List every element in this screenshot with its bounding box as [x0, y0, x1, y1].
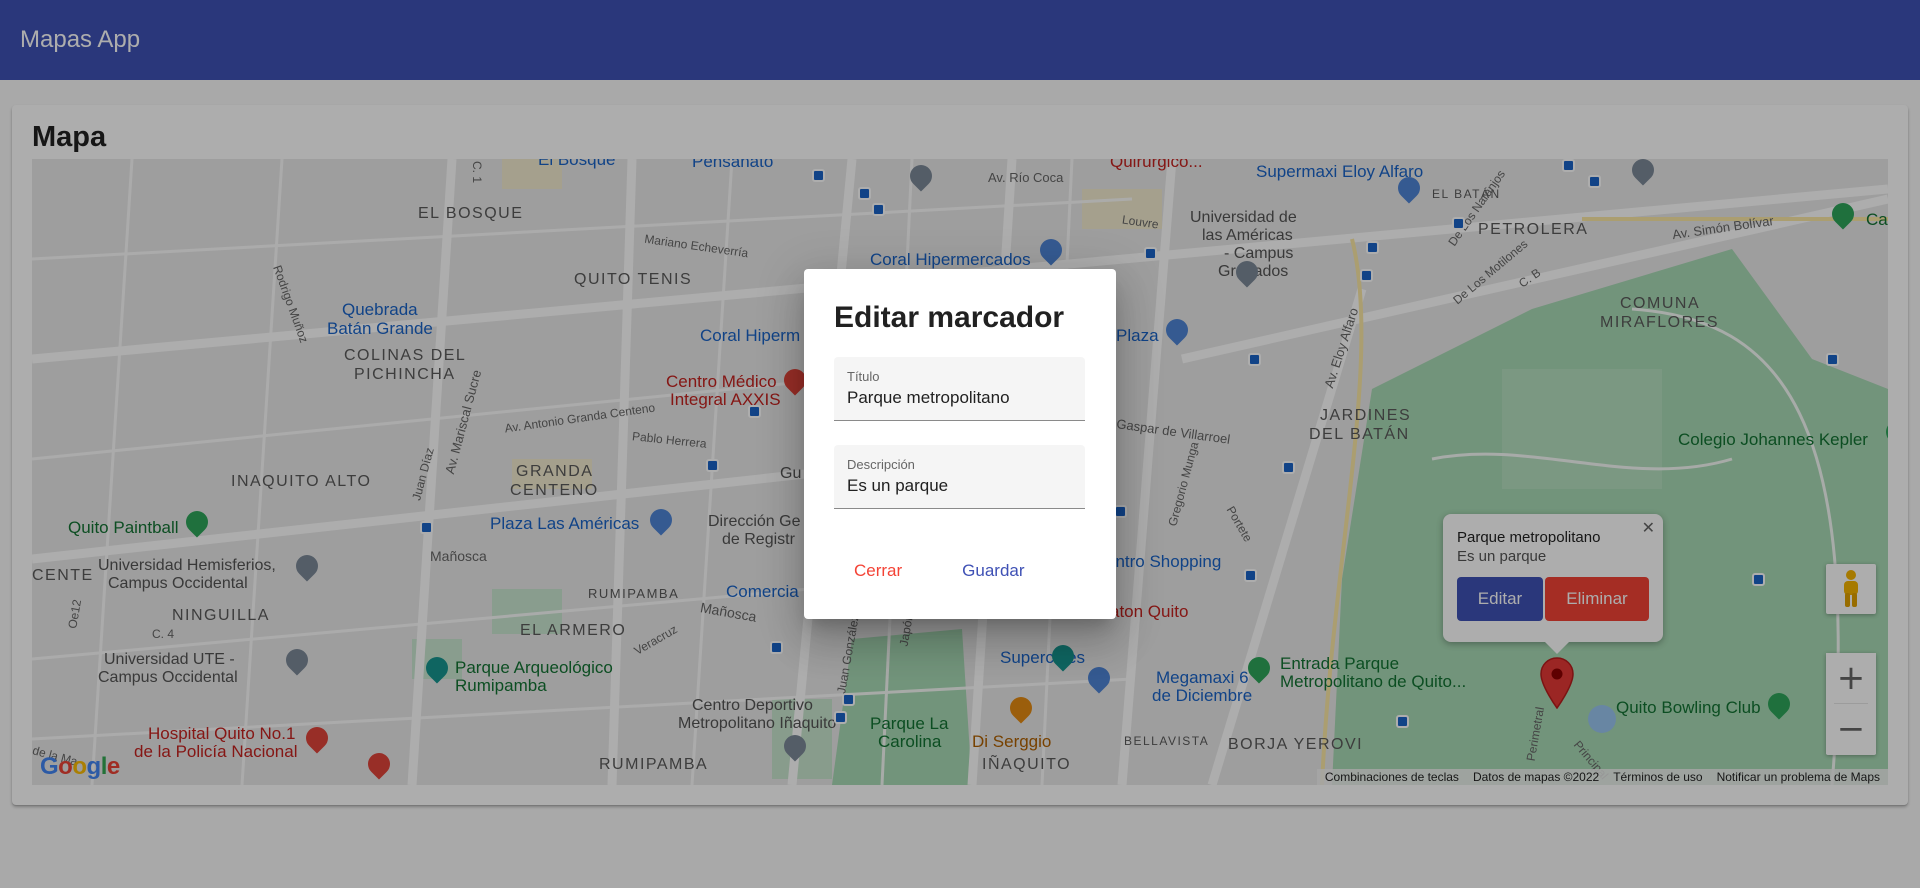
title-input[interactable]	[847, 388, 1072, 408]
description-form-field: Descripción	[834, 445, 1085, 509]
title-form-field: Título	[834, 357, 1085, 421]
edit-marker-dialog: Editar marcador Título Descripción Cerra…	[804, 269, 1116, 619]
save-button[interactable]: Guardar	[942, 553, 1044, 589]
title-field-label: Título	[847, 369, 880, 384]
close-button[interactable]: Cerrar	[834, 553, 922, 589]
description-field-label: Descripción	[847, 457, 915, 472]
description-input[interactable]	[847, 476, 1072, 496]
dialog-title: Editar marcador	[834, 301, 1065, 334]
dialog-actions: Cerrar Guardar	[834, 553, 1086, 589]
